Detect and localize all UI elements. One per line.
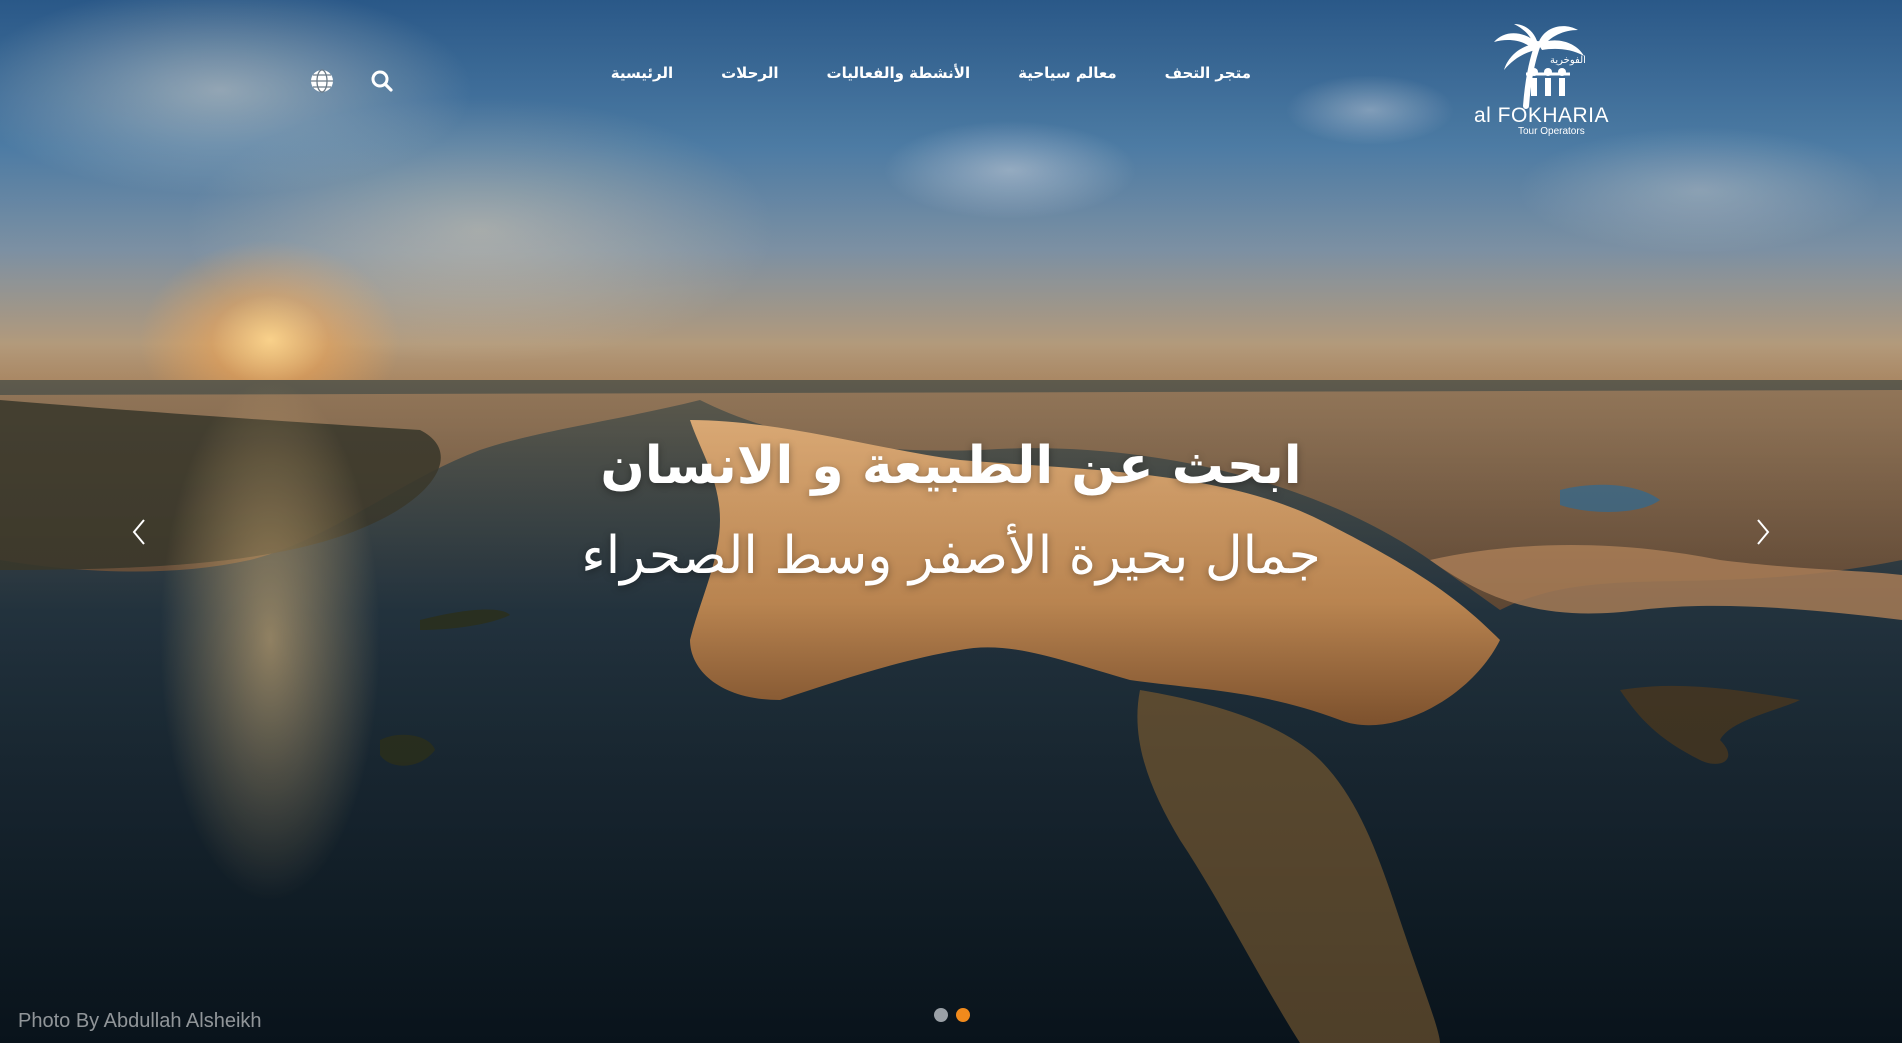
hero-slide [0,0,1902,1043]
brand-tagline: Tour Operators [1518,126,1585,137]
language-button[interactable] [307,66,337,96]
nav-item-antique-store[interactable]: متجر التحف [1165,64,1251,82]
carousel-next-button[interactable] [1748,512,1778,552]
nav-item-attractions[interactable]: معالم سياحية [1018,64,1117,82]
nav-item-trips[interactable]: الرحلات [721,64,778,82]
brand-name: al FOKHARIA [1474,104,1610,127]
photo-credit: Photo By Abdullah Alsheikh [18,1010,262,1032]
vignette [0,0,1902,1043]
globe-icon [311,69,333,93]
nav-item-activities[interactable]: الأنشطة والفعاليات [827,64,971,82]
carousel-dot-1[interactable] [934,1008,948,1022]
carousel-dot-2[interactable] [956,1008,970,1022]
main-nav: الرئيسية الرحلات الأنشطة والفعاليات معال… [611,64,1251,82]
chevron-right-icon [1757,519,1770,545]
brand-logo[interactable]: الفوخرية al FOKHARIA Tour Operators [1474,20,1609,140]
search-button[interactable] [367,66,397,96]
slide-headline: ابحث عن الطبيعة و الانسان [600,436,1302,496]
search-icon [371,70,393,92]
slide-subheadline: جمال بحيرة الأصفر وسط الصحراء [581,526,1321,586]
nav-item-home[interactable]: الرئيسية [611,64,673,82]
chevron-left-icon [132,519,145,545]
carousel-prev-button[interactable] [124,512,154,552]
carousel-indicators [934,1008,970,1022]
brand-name-arabic: الفوخرية [1550,55,1586,66]
